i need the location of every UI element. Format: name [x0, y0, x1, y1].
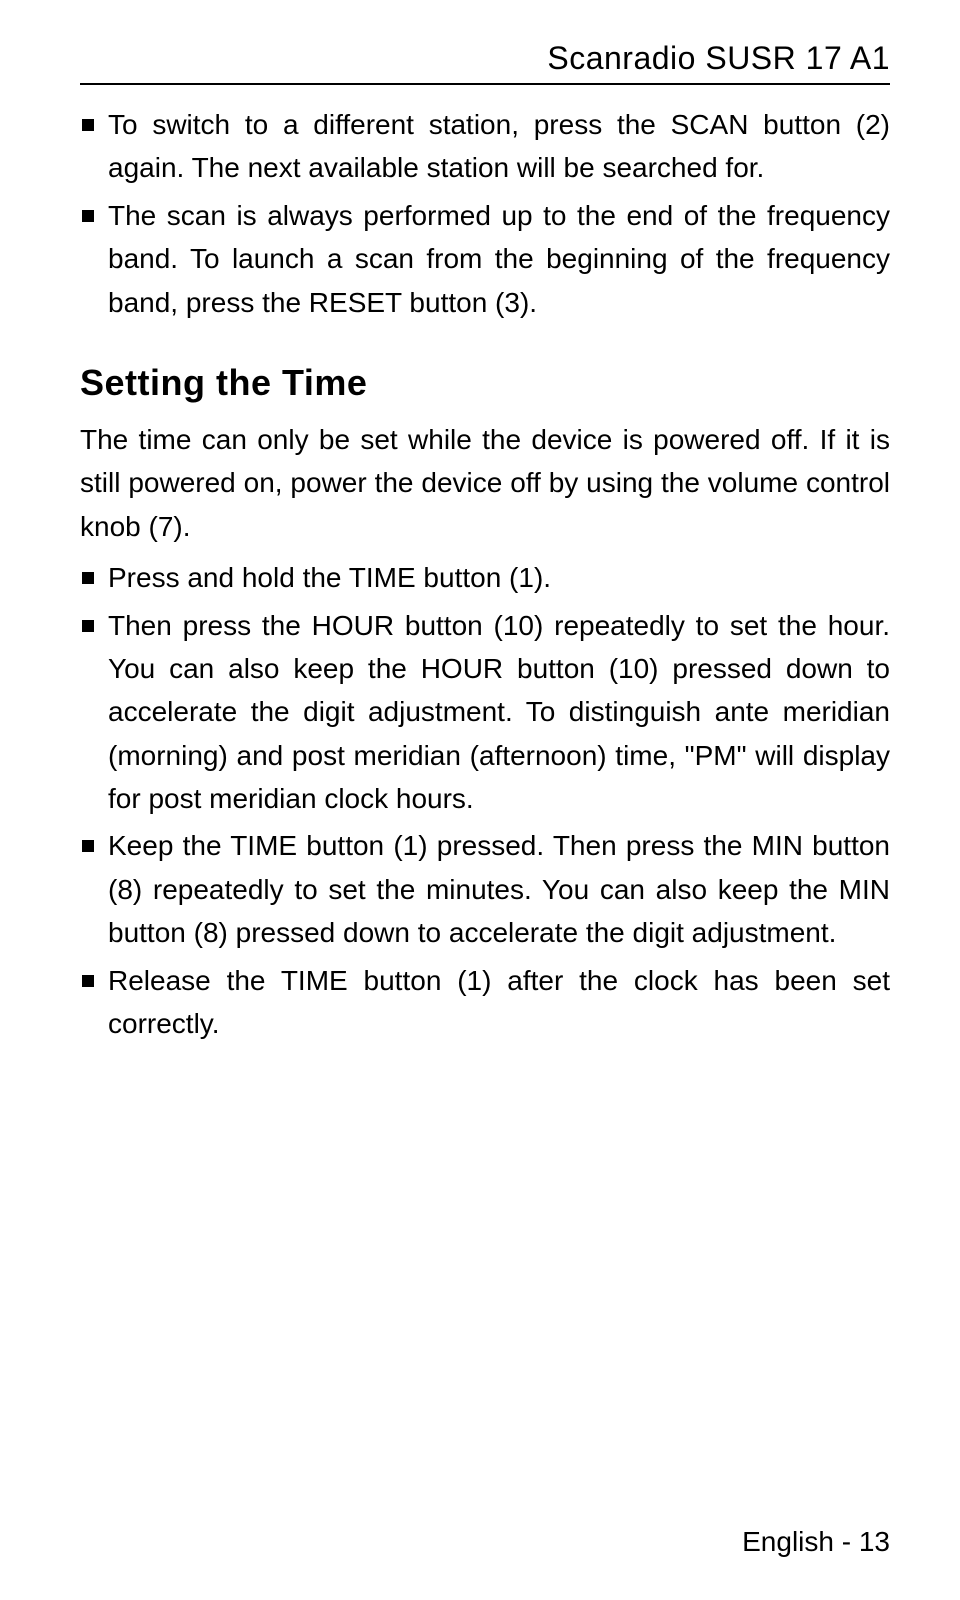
list-item: Keep the TIME button (1) pressed. Then p…: [80, 824, 890, 954]
list-item: To switch to a different station, press …: [80, 103, 890, 190]
section-bullet-list: Press and hold the TIME button (1). Then…: [80, 556, 890, 1045]
list-item: The scan is always performed up to the e…: [80, 194, 890, 324]
section-heading: Setting the Time: [80, 362, 890, 404]
page-header-title: Scanradio SUSR 17 A1: [80, 40, 890, 83]
list-item: Release the TIME button (1) after the cl…: [80, 959, 890, 1046]
top-bullet-list: To switch to a different station, press …: [80, 103, 890, 324]
list-item: Then press the HOUR button (10) repeated…: [80, 604, 890, 821]
page-footer: English - 13: [742, 1526, 890, 1558]
list-item: Press and hold the TIME button (1).: [80, 556, 890, 599]
header-divider: [80, 83, 890, 85]
section-intro: The time can only be set while the devic…: [80, 418, 890, 548]
